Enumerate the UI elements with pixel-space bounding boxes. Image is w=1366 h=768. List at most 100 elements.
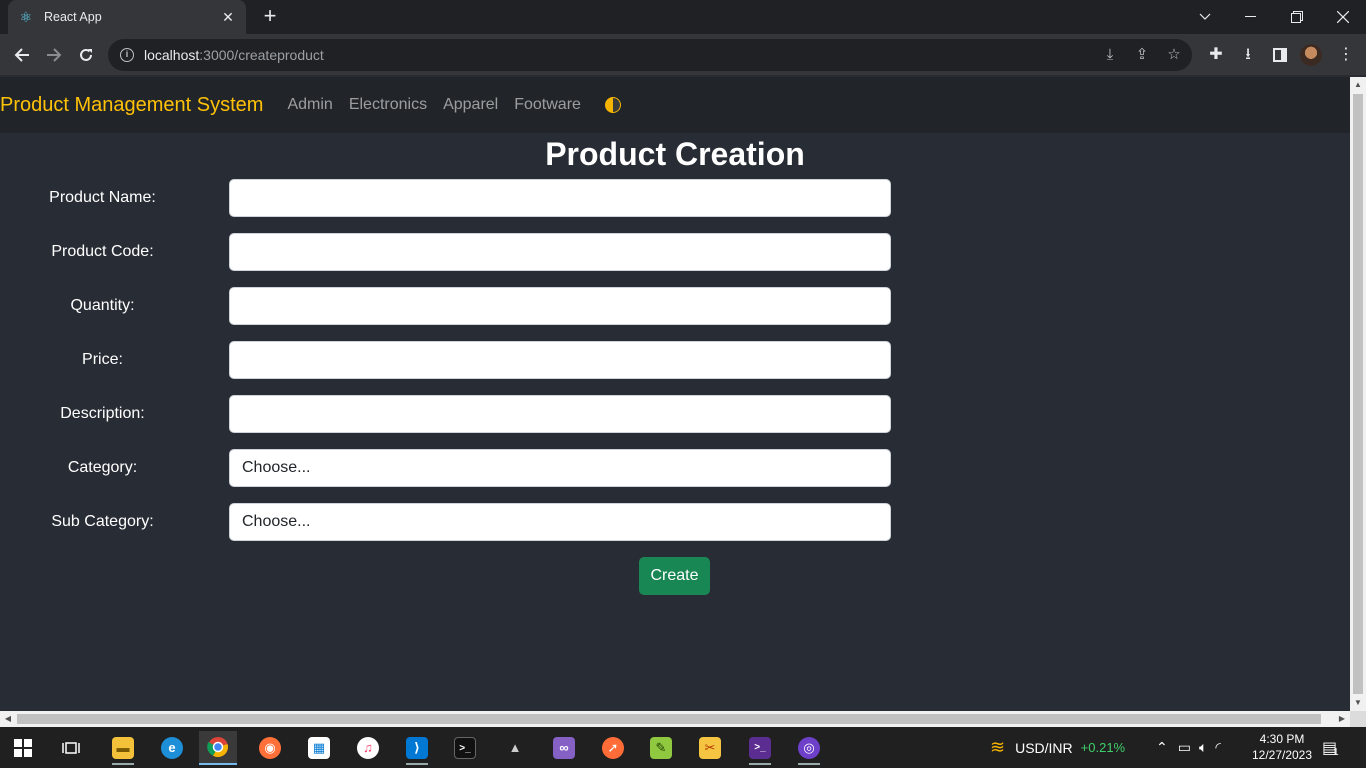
create-button[interactable]: Create bbox=[639, 557, 710, 595]
edge-icon[interactable]: e bbox=[153, 731, 191, 765]
inkscape-icon[interactable]: ▲ bbox=[496, 731, 534, 765]
star-icon[interactable]: ☆ bbox=[1160, 39, 1188, 71]
form-row-price: Price: bbox=[0, 341, 900, 379]
windows-taskbar: ▬ e ◉ ▦ ♫ ⟩ >_ ▲ ∞ ➚ ✎ ✂ >_ ◎ ≋ USD/INR … bbox=[0, 727, 1366, 768]
nav-link-footware[interactable]: Footware bbox=[514, 96, 581, 114]
product-code-label: Product Code: bbox=[51, 243, 154, 260]
react-icon: ⚛ bbox=[19, 9, 33, 25]
sub-category-label: Sub Category: bbox=[51, 513, 154, 530]
start-button[interactable] bbox=[4, 731, 42, 765]
horizontal-scrollbar[interactable]: ◀ ▶ bbox=[0, 711, 1350, 727]
clock[interactable]: 4:30 PM 12/27/2023 bbox=[1248, 731, 1316, 763]
github-desktop-icon[interactable]: ◎ bbox=[790, 731, 828, 765]
reload-icon[interactable] bbox=[73, 42, 99, 68]
vertical-scrollbar[interactable]: ▲ ▼ bbox=[1350, 77, 1366, 711]
restore-icon[interactable] bbox=[1274, 0, 1320, 34]
clock-date: 12/27/2023 bbox=[1251, 748, 1313, 762]
form-row-description: Description: bbox=[0, 395, 900, 433]
microsoft-store-icon[interactable]: ▦ bbox=[300, 731, 338, 765]
quantity-label: Quantity: bbox=[70, 297, 135, 314]
product-code-input[interactable] bbox=[229, 233, 891, 271]
form-row-quantity: Quantity: bbox=[0, 287, 900, 325]
share-icon[interactable]: ⇪ bbox=[1128, 39, 1156, 71]
wifi-icon[interactable]: ◜ bbox=[1215, 739, 1220, 756]
terminal-purple-icon[interactable]: >_ bbox=[741, 731, 779, 765]
task-view-button[interactable] bbox=[52, 731, 90, 765]
browser-tab[interactable]: ⚛ React App ✕ bbox=[8, 0, 246, 34]
app-navbar: Product Management System Admin Electron… bbox=[0, 77, 1350, 133]
category-select[interactable]: Choose... bbox=[229, 449, 891, 487]
vertical-scroll-thumb[interactable] bbox=[1353, 94, 1363, 694]
task-view-icon bbox=[62, 742, 80, 754]
page-title: Product Creation bbox=[545, 136, 805, 172]
category-label: Category: bbox=[67, 459, 138, 476]
nav-link-admin[interactable]: Admin bbox=[287, 96, 332, 114]
download-icon[interactable]: ⭳ bbox=[1235, 42, 1261, 68]
notification-center[interactable]: ▤ 1 bbox=[1322, 727, 1339, 768]
notepad-plus-plus-icon[interactable]: ✎ bbox=[642, 731, 680, 765]
chevron-up-icon[interactable]: ⌃ bbox=[1156, 739, 1168, 756]
sub-category-select[interactable]: Choose... bbox=[229, 503, 891, 541]
extensions-icon[interactable]: ✚ bbox=[1203, 42, 1229, 68]
chrome-icon[interactable] bbox=[199, 731, 237, 765]
price-input[interactable] bbox=[229, 341, 891, 379]
scroll-left-icon[interactable]: ◀ bbox=[0, 711, 16, 727]
scroll-up-icon[interactable]: ▲ bbox=[1350, 77, 1366, 93]
system-tray: ⌃ ▭ 🔈︎ ◜ bbox=[1156, 727, 1221, 768]
plus-icon[interactable]: + bbox=[258, 5, 282, 29]
form-row-product-code: Product Code: bbox=[0, 233, 900, 271]
nav-link-electronics[interactable]: Electronics bbox=[349, 96, 427, 114]
notification-count: 1 bbox=[1333, 747, 1339, 758]
form-row-product-name: Product Name: bbox=[0, 179, 900, 217]
product-name-input[interactable] bbox=[229, 179, 891, 217]
url-host: localhost bbox=[144, 47, 200, 63]
itunes-icon[interactable]: ♫ bbox=[349, 731, 387, 765]
currency-icon: ≋ bbox=[990, 737, 1006, 757]
minimize-icon[interactable] bbox=[1228, 0, 1274, 34]
close-icon[interactable]: ✕ bbox=[220, 9, 236, 26]
windows-icon bbox=[14, 739, 32, 757]
postman-icon[interactable]: ➚ bbox=[594, 731, 632, 765]
back-icon[interactable] bbox=[9, 42, 35, 68]
ticker-change: +0.21% bbox=[1080, 740, 1126, 755]
address-bar[interactable]: i localhost:3000/createproduct ⤓ ⇪ ☆ bbox=[108, 39, 1192, 71]
quantity-input[interactable] bbox=[229, 287, 891, 325]
brand-link[interactable]: Product Management System bbox=[0, 94, 263, 117]
battery-icon[interactable]: ▭ bbox=[1178, 739, 1191, 756]
volume-icon[interactable]: 🔈︎ bbox=[1199, 739, 1207, 756]
file-explorer-icon[interactable]: ▬ bbox=[104, 731, 142, 765]
description-label: Description: bbox=[60, 405, 145, 422]
description-input[interactable] bbox=[229, 395, 891, 433]
vs-code-icon[interactable]: ⟩ bbox=[398, 731, 436, 765]
horizontal-scroll-thumb[interactable] bbox=[17, 714, 1321, 724]
firefox-icon[interactable]: ◉ bbox=[251, 731, 289, 765]
avatar[interactable] bbox=[1300, 44, 1322, 66]
visual-studio-icon[interactable]: ∞ bbox=[545, 731, 583, 765]
install-icon[interactable]: ⤓ bbox=[1096, 39, 1124, 71]
scroll-right-icon[interactable]: ▶ bbox=[1334, 711, 1350, 727]
category-select-value: Choose... bbox=[242, 459, 311, 476]
forward-icon[interactable] bbox=[41, 42, 67, 68]
info-icon[interactable]: i bbox=[120, 48, 134, 62]
web-page: Product Management System Admin Electron… bbox=[0, 77, 1350, 711]
clock-time: 4:30 PM bbox=[1259, 732, 1305, 746]
nav-link-apparel[interactable]: Apparel bbox=[443, 96, 498, 114]
theme-toggle-icon[interactable] bbox=[604, 97, 621, 113]
form-row-sub-category: Sub Category: Choose... bbox=[0, 503, 900, 541]
form-row-category: Category: Choose... bbox=[0, 449, 900, 487]
side-panel-icon[interactable] bbox=[1267, 42, 1293, 68]
chevron-down-icon[interactable] bbox=[1182, 0, 1228, 34]
terminal-icon[interactable]: >_ bbox=[446, 731, 484, 765]
ticker-label: USD/INR bbox=[1015, 739, 1073, 756]
paint-icon[interactable]: ✂ bbox=[691, 731, 729, 765]
url-path: :3000/createproduct bbox=[199, 47, 324, 63]
close-window-icon[interactable] bbox=[1320, 0, 1366, 34]
tab-title: React App bbox=[44, 10, 102, 24]
scrollbar-corner bbox=[1350, 711, 1366, 727]
ticker-widget[interactable]: ≋ USD/INR +0.21% bbox=[990, 727, 1125, 768]
browser-toolbar: i localhost:3000/createproduct ⤓ ⇪ ☆ ✚ ⭳… bbox=[0, 34, 1366, 76]
product-name-label: Product Name: bbox=[49, 189, 156, 206]
browser-tab-strip: ⚛ React App ✕ + bbox=[0, 0, 1366, 34]
scroll-down-icon[interactable]: ▼ bbox=[1350, 695, 1366, 711]
menu-icon[interactable]: ⋮ bbox=[1333, 42, 1359, 68]
